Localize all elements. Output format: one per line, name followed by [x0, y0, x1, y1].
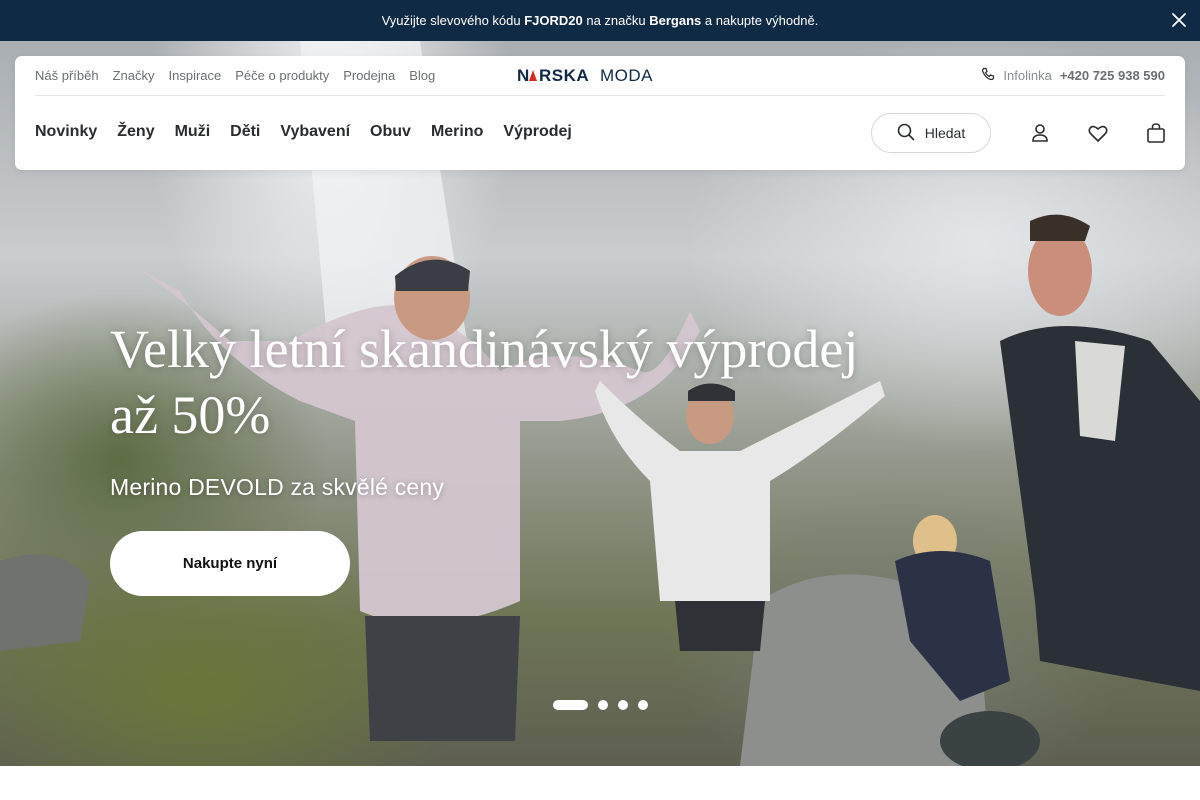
- carousel-dot-2[interactable]: [598, 700, 608, 710]
- svg-text:RSKA: RSKA: [539, 66, 589, 84]
- promo-bar: Využijte slevového kódu FJORD20 na značk…: [0, 0, 1200, 41]
- nav-item-merino[interactable]: Merino: [431, 123, 483, 141]
- carousel-dot-1[interactable]: [553, 700, 588, 710]
- promo-text-post: a nakupte výhodně.: [701, 13, 819, 28]
- bag-icon[interactable]: [1144, 121, 1168, 145]
- nav-item-equipment[interactable]: Vybavení: [280, 123, 350, 141]
- carousel-dots: [553, 700, 648, 710]
- shop-now-button[interactable]: Nakupte nyní: [110, 531, 350, 596]
- secondary-nav: Náš příběh Značky Inspirace Péče o produ…: [35, 68, 435, 83]
- nav-link-our-story[interactable]: Náš příběh: [35, 68, 99, 83]
- shop-now-label: Nakupte nyní: [182, 555, 278, 572]
- nav-item-kids[interactable]: Děti: [230, 123, 260, 141]
- hero-copy: Velký letní skandinávský výprodej až 50%…: [110, 316, 910, 501]
- nav-item-men[interactable]: Muži: [175, 123, 211, 141]
- nav-link-brands[interactable]: Značky: [113, 68, 155, 83]
- main-nav: Novinky Ženy Muži Děti Vybavení Obuv Mer…: [35, 123, 572, 141]
- close-icon[interactable]: [1170, 11, 1188, 29]
- promo-text-mid: na značku: [582, 13, 650, 28]
- svg-text:MODA: MODA: [600, 66, 653, 84]
- promo-text: Využijte slevového kódu FJORD20 na značk…: [382, 13, 819, 28]
- nav-link-blog[interactable]: Blog: [409, 68, 435, 83]
- brand-logo[interactable]: N RSKA MODA: [517, 66, 685, 84]
- nav-item-new[interactable]: Novinky: [35, 123, 97, 141]
- nav-link-inspiration[interactable]: Inspirace: [169, 68, 222, 83]
- nav-item-sale[interactable]: Výprodej: [503, 123, 571, 141]
- search-label: Hledat: [924, 125, 966, 141]
- phone-icon: [981, 67, 995, 84]
- promo-code: FJORD20: [524, 13, 583, 28]
- carousel-dot-3[interactable]: [618, 700, 628, 710]
- svg-text:N: N: [517, 66, 530, 84]
- promo-text-pre: Využijte slevového kódu: [381, 13, 525, 28]
- hero-title: Velký letní skandinávský výprodej až 50%: [110, 316, 910, 448]
- infoline-number[interactable]: +420 725 938 590: [1060, 68, 1165, 83]
- site-header: Náš příběh Značky Inspirace Péče o produ…: [15, 56, 1185, 170]
- search-button[interactable]: Hledat: [871, 113, 991, 153]
- infoline-label: Infolinka: [1003, 68, 1052, 83]
- user-icon[interactable]: [1028, 121, 1052, 145]
- hero-title-line-1: Velký letní skandinávský výprodej: [110, 319, 859, 379]
- promo-brand: Bergans: [649, 13, 702, 28]
- search-icon: [897, 123, 915, 144]
- nav-item-shoes[interactable]: Obuv: [370, 123, 411, 141]
- heart-icon[interactable]: [1086, 121, 1110, 145]
- nav-item-women[interactable]: Ženy: [117, 123, 154, 141]
- infoline: Infolinka +420 725 938 590: [981, 67, 1165, 84]
- nav-link-store[interactable]: Prodejna: [343, 68, 395, 83]
- nav-link-product-care[interactable]: Péče o produkty: [235, 68, 329, 83]
- hero-subtitle: Merino DEVOLD za skvělé ceny: [110, 474, 445, 500]
- hero-title-line-2: až 50%: [110, 385, 271, 445]
- carousel-dot-4[interactable]: [638, 700, 648, 710]
- header-divider: [35, 95, 1165, 96]
